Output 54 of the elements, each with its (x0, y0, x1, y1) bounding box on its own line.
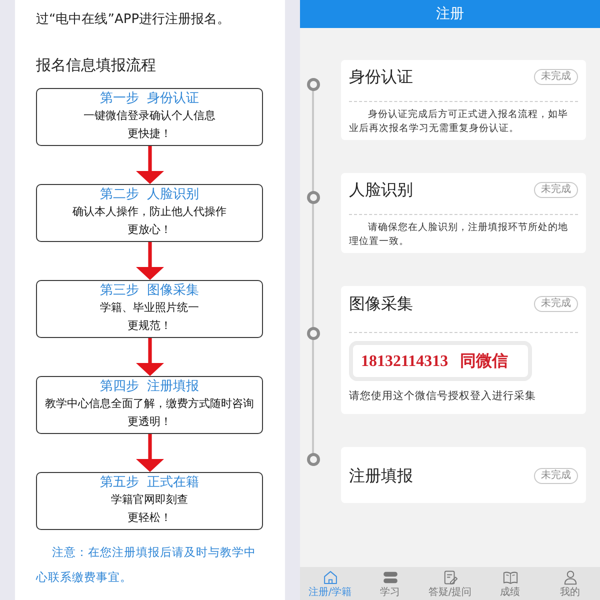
status-badge: 未完成 (534, 69, 578, 85)
step-description: 确认本人操作，防止他人代操作 (72, 204, 226, 220)
step-number: 第一步 (100, 91, 139, 107)
tab-button[interactable]: 成绩 (480, 567, 540, 600)
card-title: 图像采集 (349, 294, 413, 314)
stacked-bars-icon (382, 570, 398, 585)
tab-button[interactable]: 注册/学籍 (300, 567, 360, 600)
step-slogan: 更轻松！ (128, 510, 172, 526)
step-title: 身份认证 (147, 91, 199, 107)
step-description: 教学中心信息全面了解，缴费方式随时咨询 (45, 396, 254, 412)
step-title: 图像采集 (147, 283, 199, 299)
card-description: 身份认证完成后方可正式进入报名流程，如毕业后再次报名学习无需重复身份认证。 (349, 108, 570, 136)
card-title: 身份认证 (349, 67, 413, 87)
card-title: 人脸识别 (349, 180, 413, 200)
step-description: 学籍官网即刻查 (111, 492, 188, 508)
step-title: 注册填报 (147, 379, 199, 395)
card-title: 注册填报 (349, 466, 413, 486)
tab-button[interactable]: 学习 (360, 567, 420, 600)
tab-button[interactable]: 我的 (540, 567, 600, 600)
step-number: 第三步 (100, 283, 139, 299)
step-number: 第四步 (100, 379, 139, 395)
intro-text: 过“电中在线”APP进行注册报名。 (36, 11, 232, 29)
step-slogan: 更透明！ (128, 414, 172, 430)
header-title: 注册 (436, 5, 464, 23)
timeline-ring-icon (306, 191, 320, 204)
flow-arrow (136, 434, 164, 472)
note-text: 注意：在您注册填报后请及时与教学中心联系缴费事宜。 (36, 544, 258, 586)
card-description: 请您使用这个微信号授权登入进行采集 (349, 389, 537, 403)
home-icon (322, 570, 338, 585)
step-number: 第五步 (100, 475, 139, 491)
step-title: 人脸识别 (147, 187, 199, 203)
timeline-ring-icon (306, 453, 320, 466)
card-description: 请确保您在人脸识别，注册填报环节所处的地理位置一致。 (349, 221, 570, 249)
status-badge: 未完成 (534, 182, 578, 198)
timeline-ring-icon (306, 78, 320, 91)
section-heading: 报名信息填报流程 (36, 55, 157, 75)
flow-arrow (136, 338, 164, 376)
step-slogan: 更放心！ (128, 222, 172, 238)
status-badge: 未完成 (534, 468, 578, 484)
flow-arrow (136, 146, 164, 184)
open-book-icon (502, 570, 518, 585)
step-number: 第二步 (100, 187, 139, 203)
step-slogan: 更快捷！ (128, 126, 172, 142)
step-title: 正式在籍 (147, 475, 199, 491)
contact-banner: 18132114313 同微信 (349, 341, 532, 381)
tab-button[interactable]: 答疑/提问 (420, 567, 480, 600)
step-description: 学籍、毕业照片统一 (100, 300, 199, 316)
step-slogan: 更规范！ (128, 318, 172, 334)
flow-arrow (136, 242, 164, 280)
user-icon (562, 570, 578, 585)
step-description: 一键微信登录确认个人信息 (84, 108, 216, 124)
note-pencil-icon (442, 570, 458, 585)
timeline-ring-icon (306, 327, 320, 340)
status-badge: 未完成 (534, 296, 578, 312)
